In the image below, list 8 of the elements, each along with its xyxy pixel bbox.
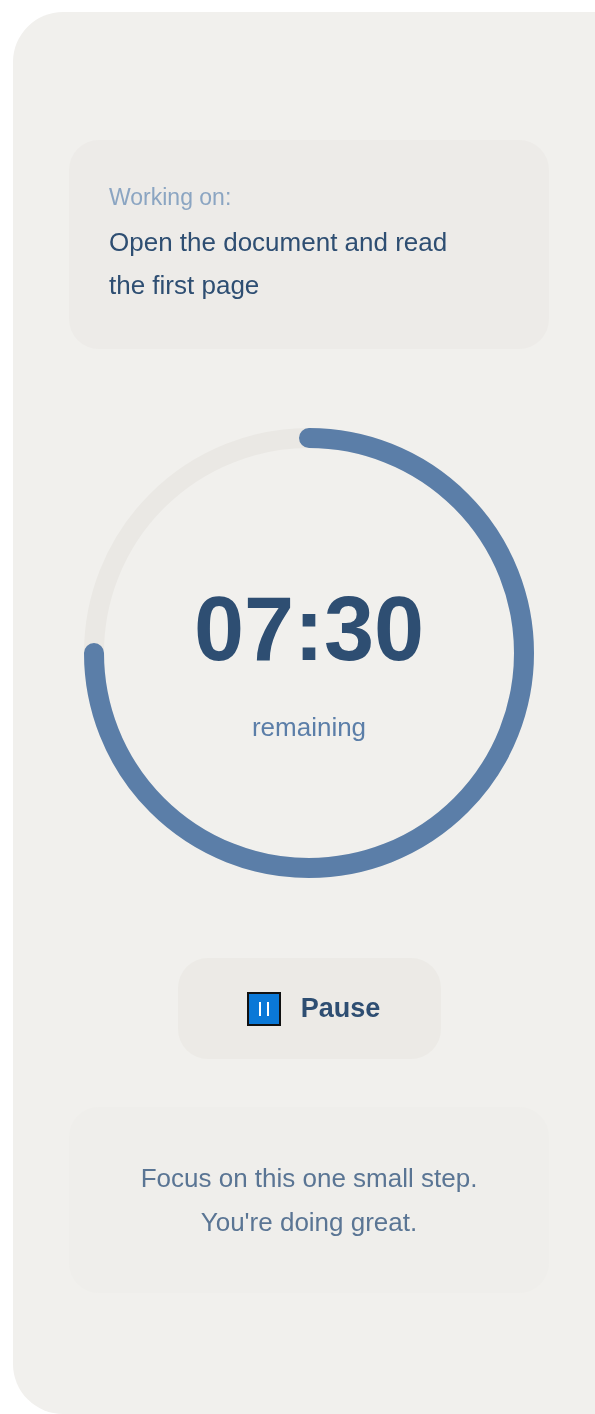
- pause-button[interactable]: Pause: [178, 958, 441, 1059]
- encouragement-text: You're doing great.: [200, 1206, 418, 1239]
- remaining-caption: remaining: [251, 711, 367, 743]
- pause-icon: [246, 991, 281, 1026]
- task-label: Working on:: [109, 184, 233, 211]
- encouragement-text: Focus on this one small step.: [140, 1162, 478, 1195]
- task-text: Open the document and read the first page: [109, 226, 449, 302]
- time-remaining: 07:30: [193, 583, 425, 674]
